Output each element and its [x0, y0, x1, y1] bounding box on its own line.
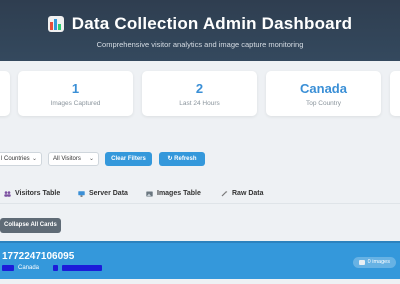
wrench-icon: [221, 190, 228, 197]
image-icon: [146, 191, 153, 197]
stat-value: Canada: [300, 81, 347, 96]
images-count-badge: 0 images: [352, 257, 396, 268]
tab-visitors-table[interactable]: Visitors Table: [4, 190, 60, 197]
visitor-id: 1772247106095: [2, 251, 75, 262]
visitor-filter-select[interactable]: All Visitors ⌄: [48, 152, 99, 166]
stat-value: 1: [71, 81, 80, 96]
refresh-icon: ↻: [167, 156, 173, 162]
redacted-field: [62, 265, 103, 271]
tab-raw-data[interactable]: Raw Data: [221, 190, 264, 197]
refresh-button[interactable]: ↻ Refresh: [159, 152, 205, 166]
country-select-value: l Countries: [1, 156, 30, 162]
tab-label: Images Table: [157, 190, 201, 197]
page-title: Data Collection Admin Dashboard: [71, 14, 353, 33]
stat-card-last-24-hours: 2 Last 24 Hours: [142, 71, 257, 116]
clear-filters-button[interactable]: Clear Filters: [105, 152, 152, 166]
stat-card-partial-left: [0, 71, 10, 116]
collapse-all-cards-button[interactable]: Collapse All Cards: [0, 218, 61, 233]
redacted-field: [53, 265, 59, 271]
page-subtitle: Comprehensive visitor analytics and imag…: [96, 40, 304, 49]
country-filter-select[interactable]: l Countries ⌄: [0, 152, 42, 166]
monitor-icon: [78, 190, 85, 197]
visitor-card[interactable]: 1772247106095 Canada 0 images: [0, 241, 400, 279]
stat-label: Images Captured: [50, 100, 101, 107]
redacted-field: [2, 265, 14, 271]
stat-card-top-country: Canada Top Country: [266, 71, 381, 116]
tab-images-table[interactable]: Images Table: [146, 190, 201, 197]
chevron-down-icon: ⌄: [31, 156, 37, 162]
tab-label: Server Data: [89, 190, 128, 197]
stat-label: Last 24 Hours: [179, 100, 220, 107]
refresh-label: Refresh: [174, 156, 197, 162]
tab-label: Raw Data: [232, 190, 264, 197]
images-count-label: 0 images: [367, 259, 390, 265]
chevron-down-icon: ⌄: [88, 156, 94, 162]
bar-chart-icon: [47, 16, 64, 32]
visitor-select-value: All Visitors: [53, 156, 81, 162]
title-row: Data Collection Admin Dashboard: [0, 14, 400, 34]
tab-label: Visitors Table: [15, 190, 61, 197]
stat-value: 2: [195, 81, 204, 96]
stat-label: Top Country: [305, 100, 342, 107]
users-icon: [4, 190, 11, 197]
image-icon: [358, 260, 365, 265]
stat-card-partial-right: [390, 71, 400, 116]
tab-bar: Visitors Table Server Data Images Table …: [0, 184, 400, 204]
dashboard-header: Data Collection Admin Dashboard Comprehe…: [0, 0, 400, 61]
stat-card-images-captured: 1 Images Captured: [18, 71, 133, 116]
tab-server-data[interactable]: Server Data: [78, 190, 128, 197]
visitor-meta: Canada: [2, 265, 103, 271]
visitor-country: Canada: [18, 265, 40, 271]
